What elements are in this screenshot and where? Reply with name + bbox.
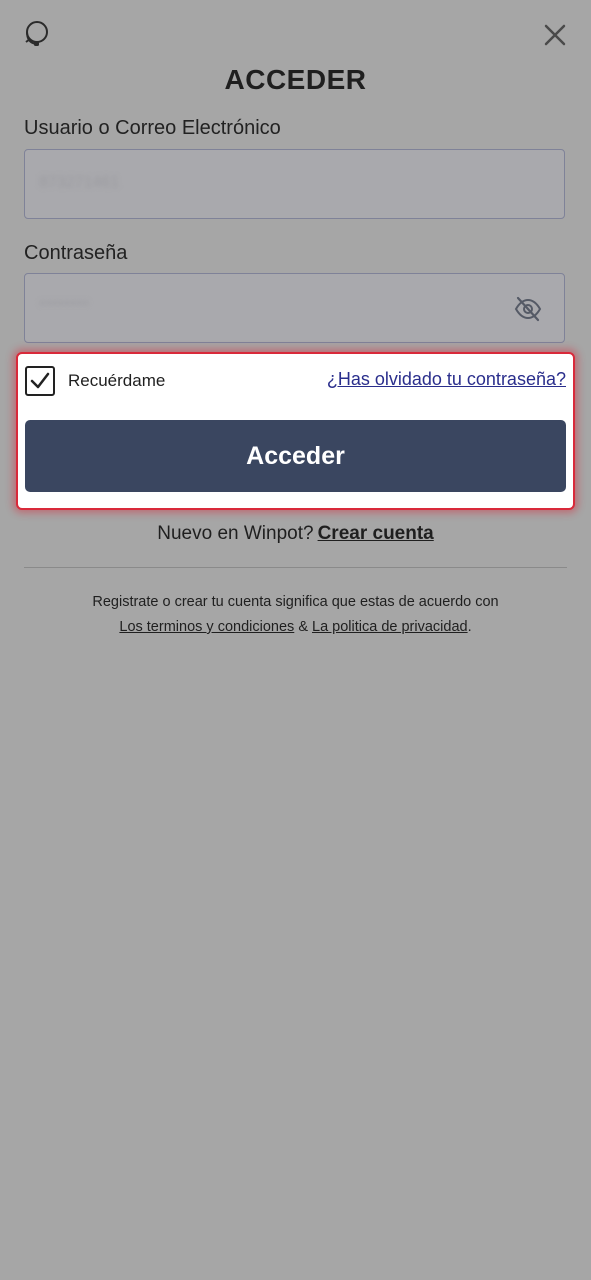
close-icon[interactable] (541, 21, 569, 49)
support-headset-icon[interactable] (22, 19, 52, 49)
legal-notice: Registrate o crear tu cuenta significa q… (0, 590, 591, 640)
legal-end: . (467, 619, 472, 635)
signup-prompt: Nuevo en Winpot? (157, 523, 314, 544)
terms-link[interactable]: Los terminos y condiciones (119, 619, 294, 635)
create-account-link[interactable]: Crear cuenta (318, 523, 434, 544)
remember-label: Recuérdame (68, 371, 166, 390)
username-value: 873271461 (39, 174, 120, 191)
eye-off-icon[interactable] (514, 296, 542, 322)
password-value: ******** (39, 298, 89, 315)
divider (24, 567, 567, 568)
password-label: Contraseña (24, 242, 128, 264)
username-label: Usuario o Correo Electrónico (24, 117, 281, 139)
legal-separator: & (298, 619, 308, 635)
privacy-link[interactable]: La politica de privacidad (312, 619, 468, 635)
signup-row: Nuevo en Winpot? Crear cuenta (0, 523, 591, 545)
forgot-password-link[interactable]: ¿Has olvidado tu contraseña? (296, 369, 566, 390)
password-input[interactable]: ******** (24, 273, 565, 343)
legal-text: Registrate o crear tu cuenta significa q… (92, 594, 499, 610)
login-button[interactable]: Acceder (25, 420, 566, 492)
page-title: ACCEDER (224, 64, 367, 95)
remember-checkbox[interactable] (25, 366, 55, 396)
username-input[interactable]: 873271461 (24, 149, 565, 219)
